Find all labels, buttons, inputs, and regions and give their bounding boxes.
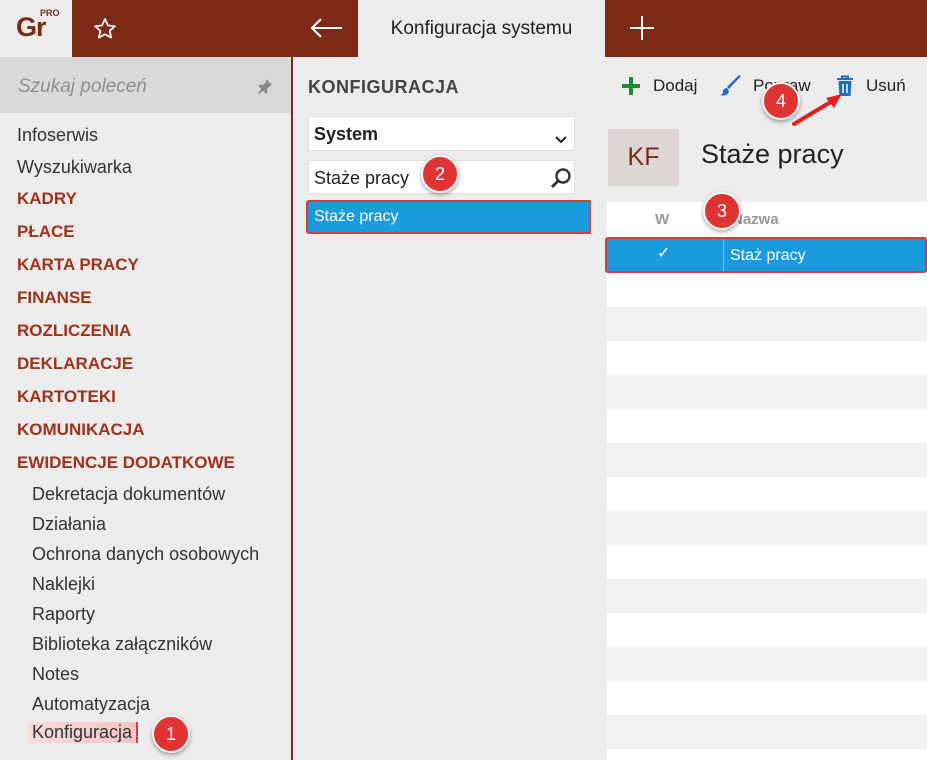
page-title: Staże pracy (701, 139, 844, 169)
content-pane: Dodaj Popraw Usuń KF Staże pracy W Nazwa… (591, 57, 927, 760)
empty-row (607, 715, 927, 749)
sidebar-item-ewidencje-dodatkowe[interactable]: EWIDENCJE DODATKOWE (17, 453, 235, 473)
sidebar-subitem-ochrona-danych[interactable]: Ochrona danych osobowych (32, 544, 259, 565)
empty-row (607, 341, 927, 375)
pane-title: KONFIGURACJA (308, 77, 460, 97)
sidebar-subitem-automatyzacja[interactable]: Automatyzacja (32, 694, 150, 715)
empty-row (607, 545, 927, 579)
empty-row (607, 579, 927, 613)
new-tab-plus-icon[interactable] (624, 10, 660, 46)
tree-item-staze-pracy[interactable]: Staże pracy (306, 200, 592, 234)
column-header-w[interactable]: W (655, 211, 669, 228)
back-arrow-icon[interactable] (306, 10, 346, 46)
empty-row (607, 375, 927, 409)
chevron-down-icon (555, 128, 567, 149)
sidebar-item-karta-pracy[interactable]: KARTA PRACY (17, 255, 139, 275)
plus-icon (622, 77, 640, 95)
annotation-badge-1: 1 (152, 715, 190, 753)
sidebar-item-deklaracje[interactable]: DEKLARACJE (17, 354, 133, 374)
favorites-star-icon[interactable] (88, 12, 122, 46)
sidebar-subitem-notes[interactable]: Notes (32, 664, 79, 685)
category-select[interactable]: System (308, 116, 575, 151)
app-logo[interactable]: Gr PRO (0, 0, 72, 57)
search-icon[interactable] (549, 166, 573, 195)
sidebar-item-infoserwis[interactable]: Infoserwis (17, 125, 98, 146)
delete-button-label: Usuń (866, 76, 906, 95)
sidebar-subitem-naklejki[interactable]: Naklejki (32, 574, 95, 595)
top-bar: Gr PRO Konfiguracja systemu (0, 0, 927, 57)
add-button-label: Dodaj (653, 76, 698, 95)
command-search-placeholder: Szukaj poleceń (18, 76, 147, 97)
empty-row (607, 647, 927, 681)
empty-row (607, 307, 927, 341)
tree-search-value: Staże pracy (314, 168, 410, 188)
sidebar-item-komunikacja[interactable]: KOMUNIKACJA (17, 420, 145, 440)
sidebar-subitem-dekretacja[interactable]: Dekretacja dokumentów (32, 484, 225, 505)
sidebar-subitem-biblioteka[interactable]: Biblioteka załączników (32, 634, 212, 655)
sidebar-item-rozliczenia[interactable]: ROZLICZENIA (17, 321, 131, 341)
sidebar-subitem-konfiguracja[interactable]: Konfiguracja (28, 722, 139, 743)
annotation-badge-3: 3 (703, 192, 741, 230)
pin-icon[interactable] (256, 77, 274, 100)
annotation-badge-2: 2 (421, 155, 459, 193)
brush-icon (720, 75, 741, 96)
empty-row (607, 681, 927, 715)
sidebar-item-wyszukiwarka[interactable]: Wyszukiwarka (17, 157, 132, 178)
logo-pro-label: PRO (40, 8, 60, 18)
tree-item-label: Staże pracy (314, 208, 399, 225)
empty-row (607, 273, 927, 307)
category-select-value: System (314, 124, 379, 144)
sidebar-subitem-raporty[interactable]: Raporty (32, 604, 95, 625)
tab-konfiguracja-systemu[interactable]: Konfiguracja systemu (358, 0, 605, 57)
sidebar-item-kadry[interactable]: KADRY (17, 189, 77, 209)
checkmark-icon: ✓ (657, 245, 671, 262)
grid-header: W Nazwa (607, 202, 927, 236)
table-row[interactable]: ✓ Staż pracy (605, 237, 927, 273)
sidebar-item-finanse[interactable]: FINANSE (17, 288, 92, 308)
empty-row (607, 613, 927, 647)
data-grid: W Nazwa ✓ Staż pracy (605, 202, 927, 760)
module-badge: KF (608, 129, 679, 186)
empty-row (607, 511, 927, 545)
sidebar-item-kartoteki[interactable]: KARTOTEKI (17, 387, 116, 407)
annotation-arrow-icon (792, 94, 842, 126)
row-name-cell: Staż pracy (730, 247, 806, 264)
sidebar-item-place[interactable]: PŁACE (17, 222, 75, 242)
empty-row (607, 443, 927, 477)
empty-row (607, 477, 927, 511)
add-button[interactable]: Dodaj (621, 73, 697, 99)
empty-row (607, 409, 927, 443)
column-separator (723, 239, 724, 271)
sidebar-subitem-dzialania[interactable]: Działania (32, 514, 106, 535)
sidebar: Szukaj poleceń Infoserwis Wyszukiwarka K… (0, 57, 291, 760)
command-search-input[interactable]: Szukaj poleceń (0, 57, 291, 113)
